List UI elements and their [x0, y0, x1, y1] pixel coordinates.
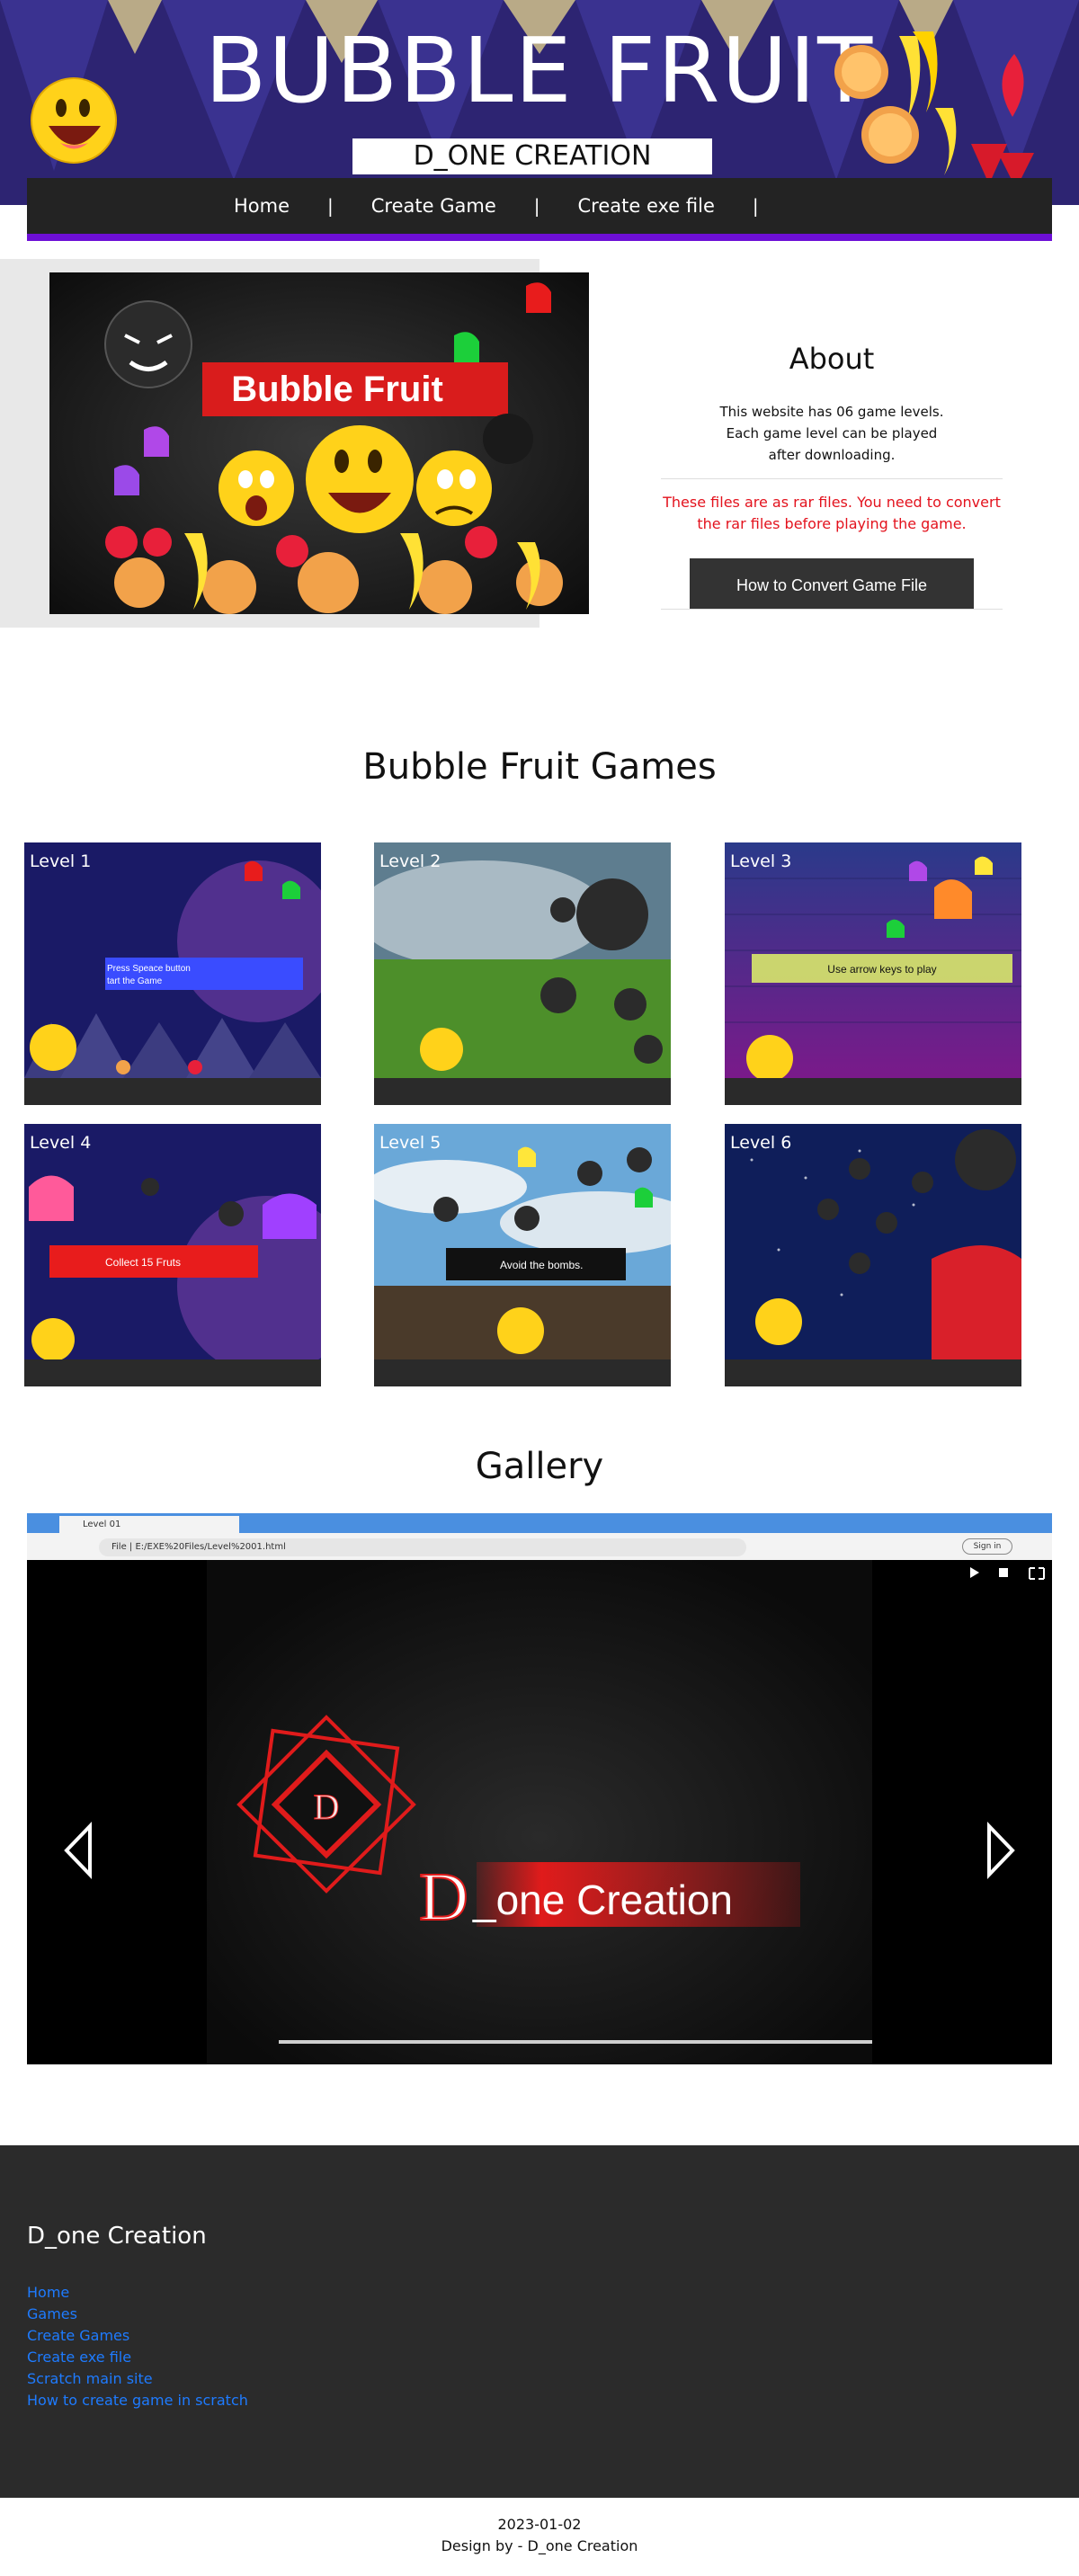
about-heading: About [789, 342, 875, 376]
hero-image-title: Bubble Fruit [231, 370, 443, 409]
level-card[interactable]: Level 6 [725, 1124, 1021, 1386]
footer-link-games[interactable]: Games [27, 2305, 77, 2322]
browser-chrome: Level 01 File | E:/EXE%20Files/Level%200… [27, 1513, 1052, 1560]
level-1-caption-line2: tart the Game [107, 976, 163, 986]
gallery-logo-letter: D [314, 1787, 340, 1827]
level-card[interactable]: Level 2 [374, 842, 671, 1105]
level-5-label: Level 5 [379, 1133, 441, 1153]
sign-in-button[interactable]: Sign in [962, 1538, 1012, 1555]
card-strip [725, 1078, 1021, 1105]
level-2-label: Level 2 [379, 851, 441, 871]
level-card[interactable]: Use arrow keys to play Level 3 [725, 842, 1021, 1105]
gallery-slide-image: D D _one Creation [27, 1560, 1052, 2064]
about-warning: These files are as rar files. You need t… [663, 494, 1001, 532]
level-5-thumbnail: Avoid the bombs. [374, 1124, 671, 1359]
site-footer: D_one Creation Home Games Create Games C… [0, 2145, 1079, 2498]
copyright-date: 2023-01-02 [497, 2516, 582, 2533]
browser-tab[interactable]: Level 01 [59, 1516, 239, 1533]
site-header: BUBBLE FRUIT D_ONE CREATION [0, 0, 1079, 205]
gallery-logo-big-letter: D [419, 1859, 468, 1935]
card-strip [374, 1078, 671, 1105]
level-3-label: Level 3 [730, 851, 792, 871]
about-divider [661, 478, 1003, 479]
level-1-caption-line1: Press Speace button [107, 964, 191, 974]
nav-inner: Home | Create Game | Create exe file | [27, 178, 1052, 234]
address-bar[interactable]: File | E:/EXE%20Files/Level%2001.html [99, 1538, 746, 1556]
footer-link-scratch-tutorial[interactable]: How to create game in scratch [27, 2392, 248, 2409]
nav-separator: | [752, 195, 759, 217]
footer-link-home[interactable]: Home [27, 2284, 69, 2301]
level-5-caption: Avoid the bombs. [500, 1259, 584, 1271]
footer-links: Home Games Create Games Create exe file … [27, 2282, 248, 2411]
level-4-label: Level 4 [30, 1133, 92, 1153]
about-description: This website has 06 game levels. Each ga… [719, 404, 944, 463]
level-card[interactable]: Press Speace button tart the Game Level … [24, 842, 321, 1105]
level-6-thumbnail [725, 1124, 1021, 1359]
card-strip [24, 1359, 321, 1386]
level-6-label: Level 6 [730, 1133, 792, 1153]
level-card[interactable]: Avoid the bombs. Level 5 [374, 1124, 671, 1386]
card-strip [374, 1359, 671, 1386]
bubble-fruit-hero-image: Bubble Fruit [49, 272, 589, 614]
copyright-credit: Design by - D_one Creation [441, 2537, 638, 2554]
level-3-caption: Use arrow keys to play [827, 963, 936, 976]
footer-link-scratch-site[interactable]: Scratch main site [27, 2370, 153, 2387]
gallery-next-arrow-icon[interactable] [980, 1819, 1016, 1882]
nav-create-exe[interactable]: Create exe file [578, 195, 715, 217]
about-divider-bottom [661, 609, 1003, 610]
gallery-logo-text: _one Creation [472, 1876, 733, 1923]
level-1-thumbnail: Press Speace button tart the Game [24, 842, 321, 1078]
card-strip [725, 1359, 1021, 1386]
about-section: About This website has 06 game levels. E… [661, 342, 1003, 622]
level-3-thumbnail: Use arrow keys to play [725, 842, 1021, 1078]
browser-tabbar: Level 01 [27, 1513, 1052, 1533]
level-1-label: Level 1 [30, 851, 92, 871]
fruit-pile-icon [834, 31, 1034, 189]
games-heading: Bubble Fruit Games [362, 746, 717, 788]
gallery-prev-arrow-icon[interactable] [63, 1819, 99, 1882]
site-subtitle: D_ONE CREATION [352, 138, 712, 174]
nav-separator: | [533, 195, 540, 217]
main-nav: Home | Create Game | Create exe file | [27, 178, 1052, 241]
footer-link-create-exe[interactable]: Create exe file [27, 2349, 131, 2366]
nav-home[interactable]: Home [234, 195, 290, 217]
convert-game-file-button[interactable]: How to Convert Game File [690, 558, 974, 609]
footer-brand: D_one Creation [27, 2223, 207, 2250]
footer-link-create-games[interactable]: Create Games [27, 2327, 129, 2344]
nav-separator: | [327, 195, 334, 217]
gallery-slider: Level 01 File | E:/EXE%20Files/Level%200… [27, 1513, 1052, 2064]
level-card[interactable]: Collect 15 Fruts Level 4 [24, 1124, 321, 1386]
nav-create-game[interactable]: Create Game [371, 195, 496, 217]
gallery-heading: Gallery [475, 1446, 604, 1487]
copyright: 2023-01-02 Design by - D_one Creation [0, 2514, 1079, 2557]
level-4-caption: Collect 15 Fruts [105, 1256, 181, 1269]
card-strip [24, 1078, 321, 1105]
smiley-logo-icon [31, 77, 117, 164]
level-4-thumbnail: Collect 15 Fruts [24, 1124, 321, 1359]
level-2-thumbnail [374, 842, 671, 1078]
